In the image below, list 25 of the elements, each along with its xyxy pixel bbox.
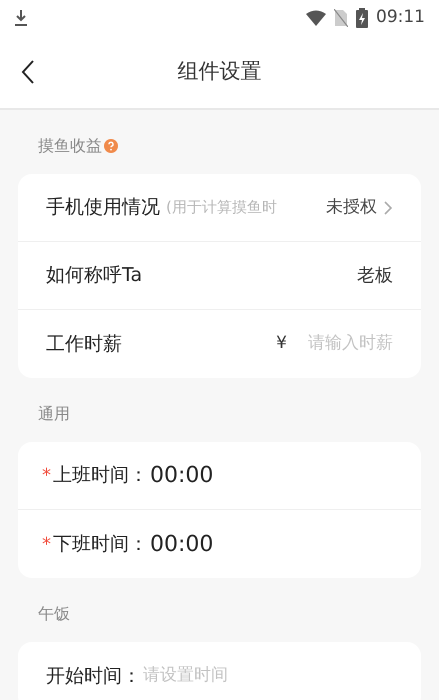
battery-icon	[356, 8, 368, 28]
row-value[interactable]: 老板	[357, 262, 393, 289]
wifi-icon	[306, 10, 326, 26]
time-value[interactable]: 00:00	[150, 459, 214, 492]
row-label: 手机使用情况	[46, 195, 160, 220]
time-value[interactable]: 00:00	[150, 528, 214, 560]
required-asterisk: *	[42, 532, 51, 556]
row-value[interactable]: 未授权	[326, 194, 377, 220]
clock-time: 09:11	[376, 6, 425, 30]
section-title: 摸鱼收益	[38, 135, 102, 157]
currency-symbol: ¥	[276, 332, 287, 356]
row-label: 如何称呼Ta	[46, 263, 142, 288]
required-asterisk: *	[42, 464, 51, 488]
wage-input-field[interactable]: 请输入时薪	[297, 331, 393, 357]
download-icon	[14, 9, 28, 27]
row-hint: (用于计算摸鱼时	[166, 197, 277, 218]
section-title: 午饭	[38, 603, 70, 625]
section-title: 通用	[38, 403, 70, 425]
row-label: 上班时间：	[53, 463, 148, 488]
chevron-right-icon	[383, 200, 393, 216]
page-title: 组件设置	[178, 58, 262, 86]
row-label: 开始时间：	[46, 664, 141, 689]
no-sim-icon	[334, 9, 348, 27]
row-label: 工作时薪	[46, 332, 122, 357]
row-label: 下班时间：	[53, 532, 148, 557]
